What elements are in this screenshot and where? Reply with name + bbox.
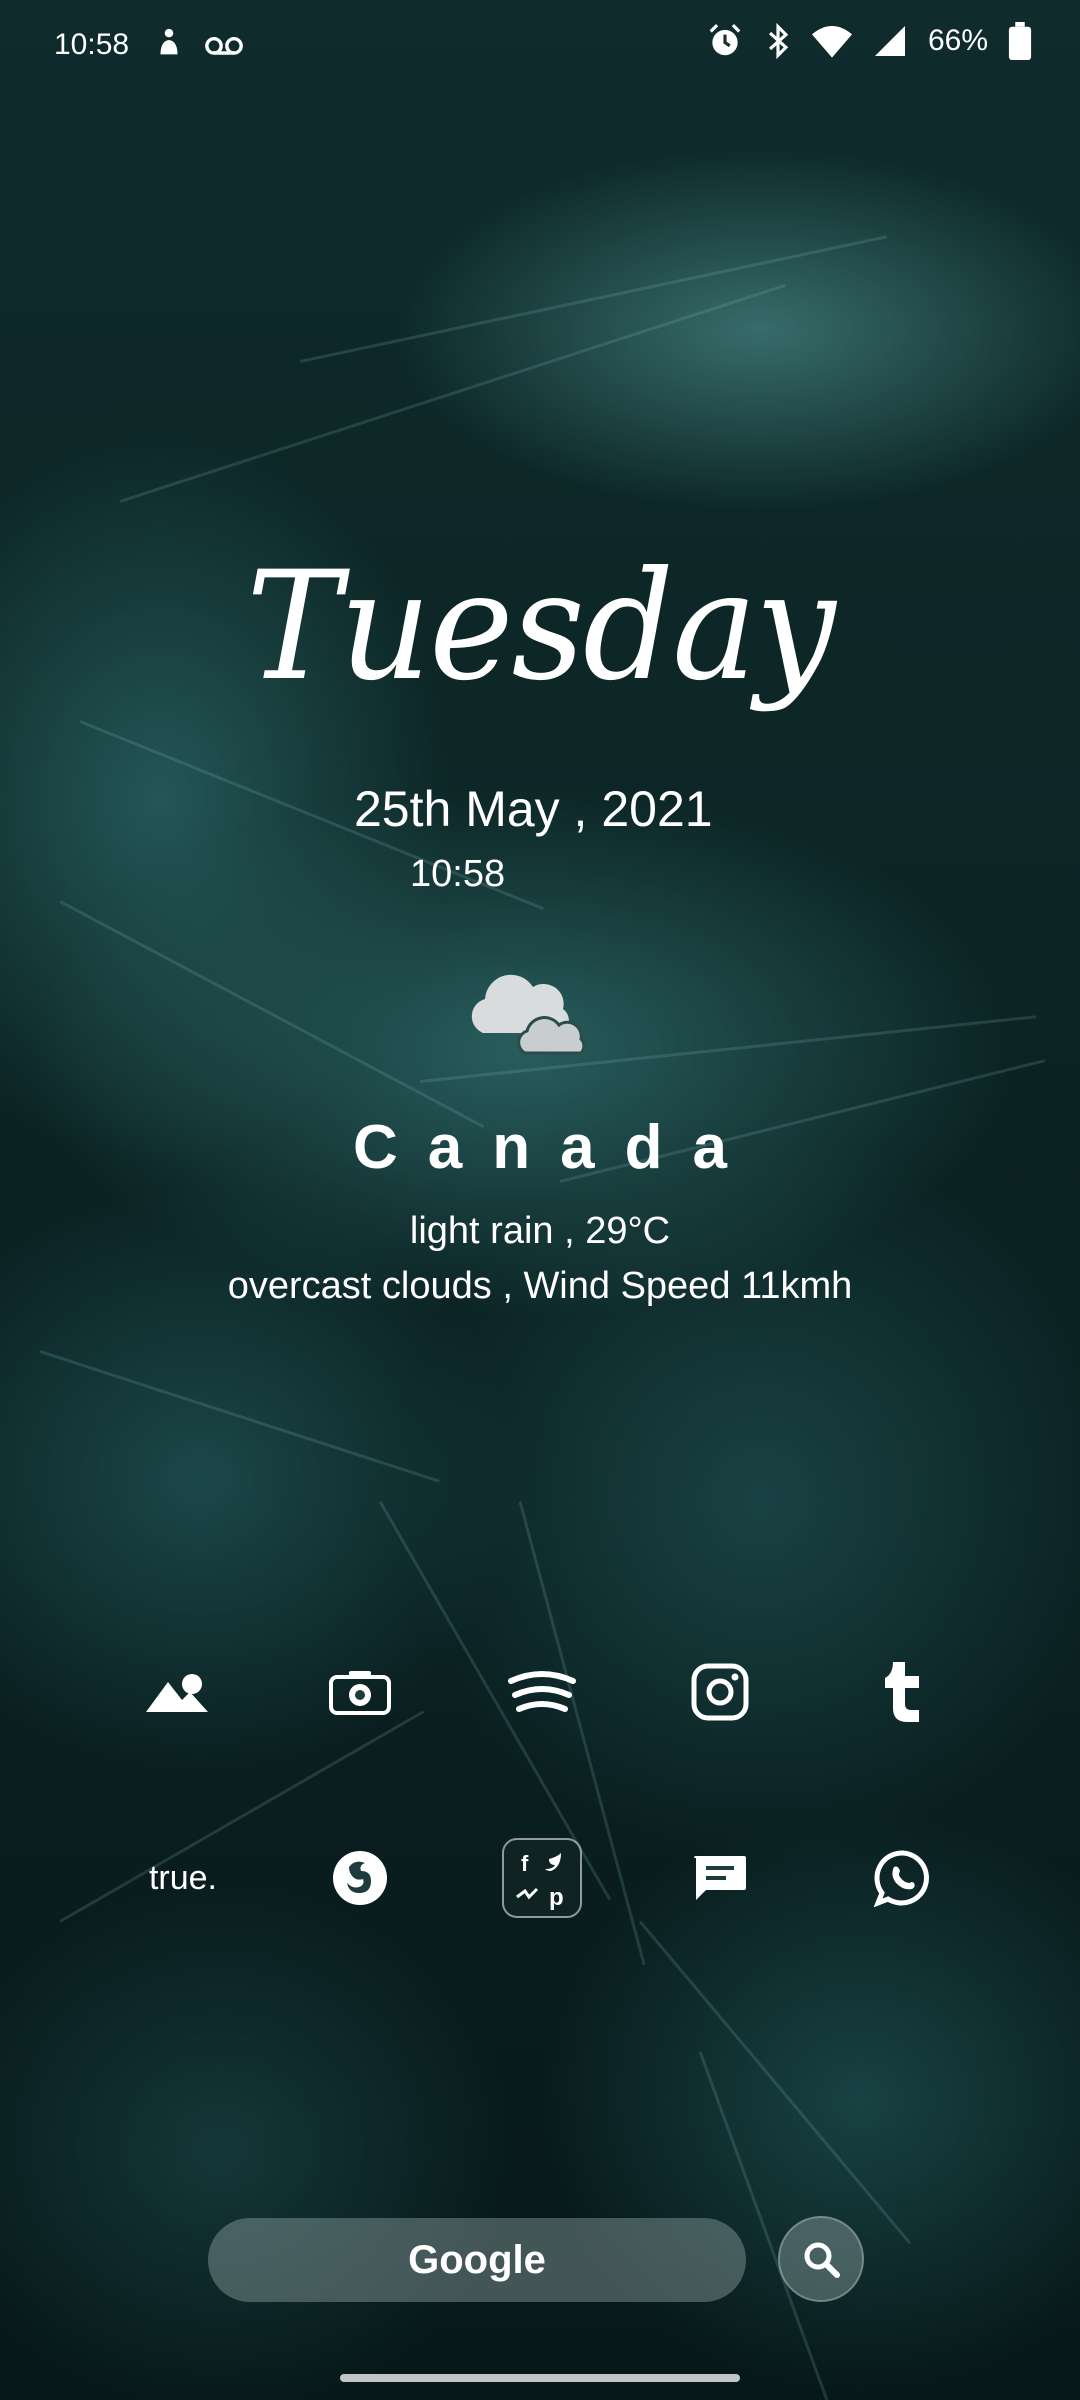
svg-text:p: p — [549, 1884, 564, 1911]
signal-icon — [874, 26, 905, 56]
gesture-navigation-bar[interactable] — [340, 2374, 740, 2382]
widget-date: 25th May , 2021 — [354, 781, 713, 837]
true-app-label: true. — [148, 1858, 218, 1897]
gallery-icon — [146, 1674, 208, 1712]
camera-app[interactable] — [305, 1637, 415, 1747]
true-app[interactable]: true. — [128, 1823, 238, 1933]
wifi-icon — [811, 26, 852, 58]
widget-time: 10:58 — [410, 853, 506, 895]
widget-condition-line2: overcast clouds , Wind Speed 11kmh — [227, 1265, 853, 1307]
whatsapp-icon — [874, 1850, 929, 1907]
google-search-label: Google — [408, 2237, 546, 2282]
spotify-icon — [508, 1671, 576, 1712]
instagram-icon — [691, 1663, 749, 1721]
svg-text:f: f — [521, 1851, 529, 1876]
google-search-bar[interactable]: Google — [208, 2218, 746, 2302]
messages-icon — [694, 1856, 746, 1900]
search-button[interactable] — [778, 2216, 864, 2302]
whatsapp-app[interactable] — [848, 1823, 958, 1933]
cloudy-icon — [471, 974, 586, 1055]
notification-person-icon — [160, 28, 178, 55]
spotify-app[interactable] — [487, 1637, 597, 1747]
widget-city: Canada — [353, 1113, 757, 1182]
status-bar: 10:58 66% — [0, 0, 1080, 92]
widget-condition-line1: light rain , 29°C — [409, 1210, 671, 1252]
instagram-app[interactable] — [665, 1637, 775, 1747]
alarm-icon — [709, 24, 741, 56]
battery-percent: 66% — [927, 24, 988, 57]
battery-icon — [1008, 22, 1032, 60]
search-icon — [804, 2242, 840, 2278]
messages-app[interactable] — [665, 1823, 775, 1933]
tumblr-icon — [885, 1662, 919, 1722]
social-folder-icon: f p — [502, 1838, 582, 1918]
tumblr-app[interactable] — [848, 1637, 958, 1747]
voicemail-icon — [205, 37, 243, 55]
bluetooth-icon — [768, 22, 789, 60]
firefox-app[interactable] — [305, 1823, 415, 1933]
social-folder[interactable]: f p — [487, 1823, 597, 1933]
widget-day: Tuesday — [246, 540, 836, 714]
camera-icon — [329, 1671, 391, 1715]
gallery-app[interactable] — [123, 1637, 233, 1747]
status-time: 10:58 — [54, 28, 130, 61]
firefox-icon — [333, 1851, 387, 1905]
status-right: 66% — [706, 22, 1032, 60]
wallpaper — [0, 0, 1080, 2400]
